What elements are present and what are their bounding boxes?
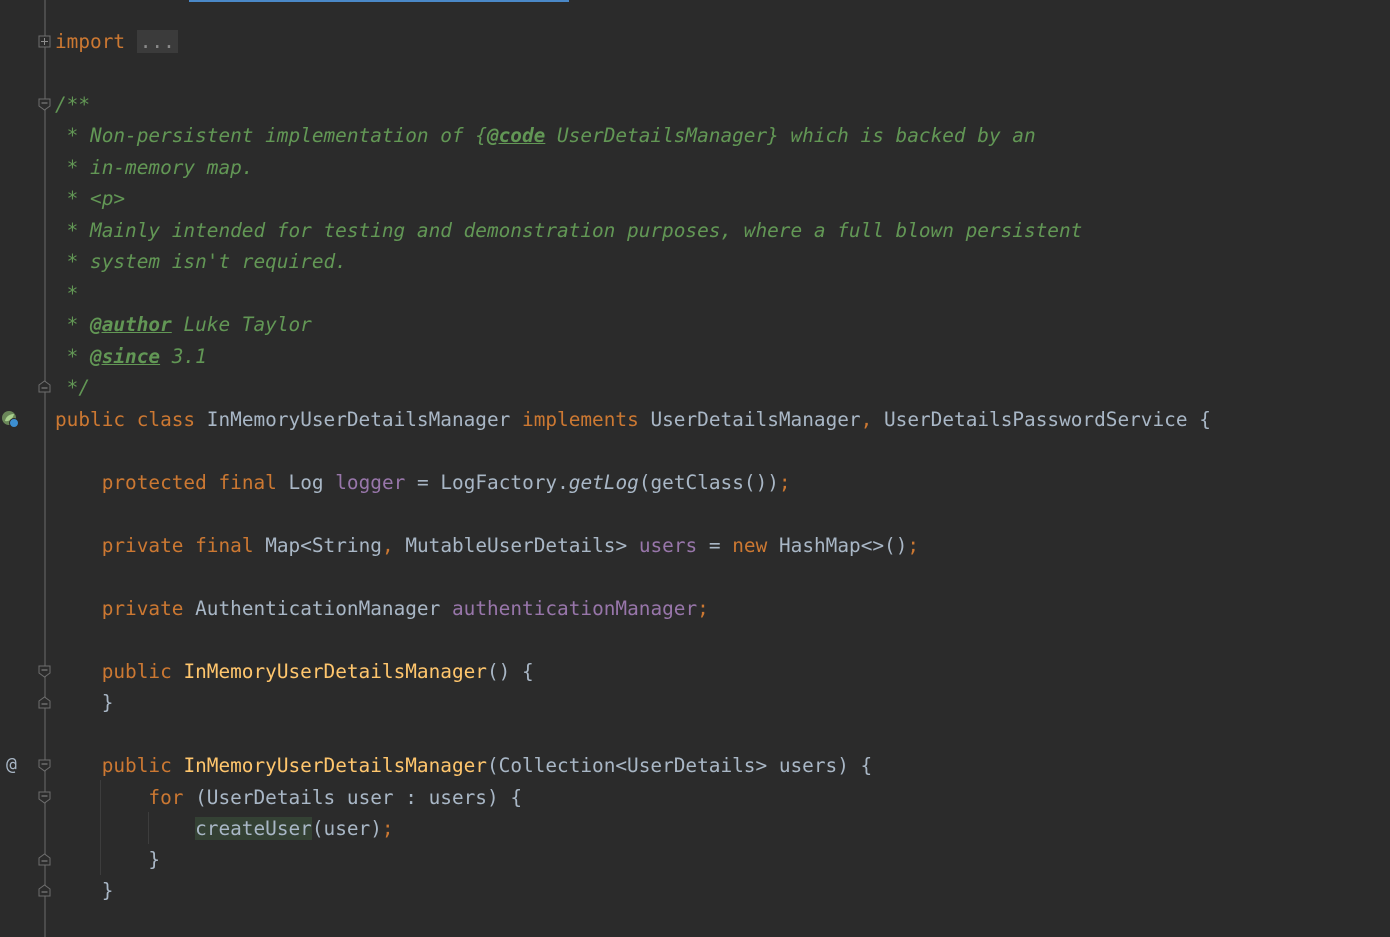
code-line-class-declaration[interactable]: public class InMemoryUserDetailsManager … xyxy=(55,404,1211,435)
javadoc-line[interactable]: * in-memory map. xyxy=(55,152,254,183)
doc-text: UserDetailsManager} which is backed by a… xyxy=(545,124,1036,147)
params: (Collection<UserDetails> users) { xyxy=(486,754,873,777)
field-name: users xyxy=(638,534,698,557)
doc-text: 3.1 xyxy=(160,345,207,368)
code-line-field-logger[interactable]: protected final Log logger = LogFactory.… xyxy=(55,467,791,498)
keyword: final xyxy=(195,534,254,557)
method-call[interactable]: createUser xyxy=(195,817,312,840)
doc-text: * xyxy=(55,345,91,368)
code-line-field-users[interactable]: private final Map<String, MutableUserDet… xyxy=(55,530,919,561)
punctuation: } xyxy=(101,691,114,714)
type-name: Log xyxy=(288,471,324,494)
fold-expanded-icon[interactable] xyxy=(38,98,51,111)
javadoc-line[interactable]: * Non-persistent implementation of {@cod… xyxy=(55,120,1036,151)
code-line-brace[interactable]: } xyxy=(55,687,114,718)
punctuation: ; xyxy=(778,471,791,494)
fold-end-icon[interactable] xyxy=(38,853,51,866)
active-tab-indicator xyxy=(189,0,569,2)
field-name: logger xyxy=(335,471,406,494)
code-line-field-auth-manager[interactable]: private AuthenticationManager authentica… xyxy=(55,593,709,624)
fold-collapsed-icon[interactable] xyxy=(38,35,51,48)
punctuation: } xyxy=(101,879,114,902)
type-name: HashMap<>() xyxy=(778,534,908,557)
keyword: public xyxy=(55,408,126,431)
punctuation: ; xyxy=(381,817,394,840)
code-line-constructor-default[interactable]: public InMemoryUserDetailsManager() { xyxy=(55,656,534,687)
code-line-constructor-collection[interactable]: public InMemoryUserDetailsManager(Collec… xyxy=(55,750,873,781)
keyword: public xyxy=(101,754,172,777)
code-line-import[interactable]: import ... xyxy=(55,26,178,57)
type-name: Map<String xyxy=(265,534,382,557)
keyword: final xyxy=(218,471,277,494)
type-name: UserDetailsManager xyxy=(650,408,861,431)
type-name: AuthenticationManager xyxy=(195,597,441,620)
type-name: MutableUserDetails> xyxy=(405,534,628,557)
folded-imports[interactable]: ... xyxy=(136,30,178,53)
doc-tag: @author xyxy=(90,313,172,336)
javadoc-line[interactable]: * <p> xyxy=(55,183,125,214)
fold-expanded-icon[interactable] xyxy=(38,791,51,804)
spring-bean-gutter-icon[interactable] xyxy=(1,410,19,428)
punctuation: ; xyxy=(907,534,920,557)
keyword: for xyxy=(148,786,184,809)
code-editor[interactable]: @ import ... /** * Non-persistent implem… xyxy=(0,0,1390,937)
keyword: public xyxy=(101,660,172,683)
code-line-brace[interactable]: } xyxy=(55,875,114,906)
javadoc-line[interactable]: * system isn't required. xyxy=(55,246,347,277)
operator: = xyxy=(416,471,429,494)
javadoc-open[interactable]: /** xyxy=(55,89,90,120)
doc-text: * xyxy=(55,313,91,336)
keyword: new xyxy=(732,534,768,557)
fold-end-icon[interactable] xyxy=(38,884,51,897)
method-name: InMemoryUserDetailsManager xyxy=(183,660,487,683)
code-line-for-loop[interactable]: for (UserDetails user : users) { xyxy=(55,782,522,813)
keyword: import xyxy=(55,30,126,53)
javadoc-line[interactable]: * @since 3.1 xyxy=(55,341,207,372)
at-sign-gutter-icon[interactable]: @ xyxy=(6,752,17,778)
javadoc-line[interactable]: * xyxy=(55,278,79,309)
fold-expanded-icon[interactable] xyxy=(38,665,51,678)
operator: = xyxy=(708,534,721,557)
fold-end-icon[interactable] xyxy=(38,380,51,393)
punctuation: , xyxy=(860,408,873,431)
call-args: (getClass()) xyxy=(638,471,779,494)
code-line-brace[interactable]: } xyxy=(55,844,160,875)
doc-tag: @since xyxy=(90,345,161,368)
field-name: authenticationManager xyxy=(451,597,698,620)
static-method: getLog xyxy=(568,471,639,494)
punctuation: ; xyxy=(697,597,709,620)
keyword: implements xyxy=(522,408,639,431)
keyword: private xyxy=(101,597,184,620)
javadoc-line[interactable]: * Mainly intended for testing and demons… xyxy=(55,215,1083,246)
keyword: protected xyxy=(101,471,207,494)
code-line-create-user-call[interactable]: createUser(user); xyxy=(55,813,394,844)
type-name: UserDetailsPasswordService xyxy=(883,408,1188,431)
call-args: (user) xyxy=(311,817,382,840)
javadoc-line[interactable]: * @author Luke Taylor xyxy=(55,309,312,340)
doc-text: Luke Taylor xyxy=(171,313,312,336)
punctuation: { xyxy=(1199,408,1211,431)
type-name: LogFactory. xyxy=(440,471,569,494)
class-name: InMemoryUserDetailsManager xyxy=(206,408,511,431)
method-name: InMemoryUserDetailsManager xyxy=(183,754,487,777)
keyword: class xyxy=(136,408,196,431)
doc-text: * Non-persistent implementation of { xyxy=(55,124,487,147)
punctuation: , xyxy=(381,534,394,557)
fold-end-icon[interactable] xyxy=(38,696,51,709)
javadoc-close[interactable]: */ xyxy=(55,372,90,403)
fold-expanded-icon[interactable] xyxy=(38,759,51,772)
doc-tag: @code xyxy=(486,124,546,147)
punctuation: } xyxy=(148,848,161,871)
punctuation: () { xyxy=(486,660,534,683)
for-header: (UserDetails user : users) { xyxy=(195,786,523,809)
keyword: private xyxy=(101,534,184,557)
